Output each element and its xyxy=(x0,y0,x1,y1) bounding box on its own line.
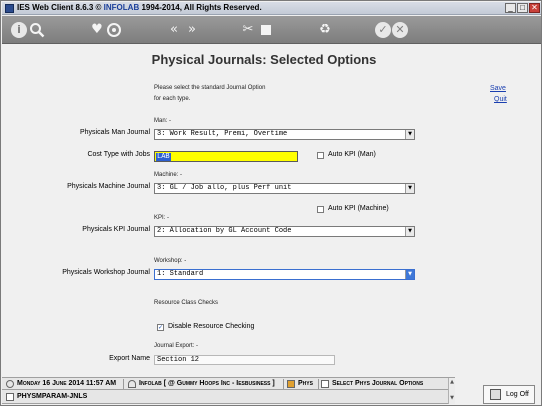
status-company: Infolab [ @ Gummy Hoops Inc - Iesbusines… xyxy=(139,380,275,387)
auto-kpi-man-label: Auto KPI (Man) xyxy=(328,151,376,158)
auto-kpi-machine-checkbox[interactable] xyxy=(317,206,324,213)
search-icon[interactable] xyxy=(29,22,45,38)
save-link[interactable]: Save xyxy=(490,85,506,92)
man-journal-select[interactable]: 3: Work Result, Premi, Overtime ▼ xyxy=(154,129,415,140)
status-screen: Select Phys Journal Options xyxy=(332,380,424,387)
disable-resource-label: Disable Resource Checking xyxy=(168,323,255,330)
content-panel: Physical Journals: Selected Options Plea… xyxy=(2,45,541,377)
workshop-section-label: Workshop: - xyxy=(154,258,187,264)
toolbar: i ♥ « » ✂ ♻ ✓ ✕ xyxy=(2,16,541,44)
restore-button[interactable]: □ xyxy=(517,3,528,13)
resource-section-label: Resource Class Checks xyxy=(154,300,219,306)
recycle-icon[interactable]: ♻ xyxy=(317,22,333,38)
favorite-icon[interactable]: ♥ xyxy=(89,22,105,38)
workshop-journal-label: Physicals Workshop Journal xyxy=(62,269,150,276)
instruction-line-2: for each type. xyxy=(154,96,191,102)
chevron-down-icon[interactable]: ▼ xyxy=(405,227,414,236)
stop-icon[interactable] xyxy=(258,22,274,38)
kpi-section-label: KPI: - xyxy=(154,215,170,221)
status-date: Monday 16 June 2014 11:57 AM xyxy=(17,380,117,387)
status-bar: Monday 16 June 2014 11:57 AM Infolab [ @… xyxy=(2,377,455,390)
machine-section-label: Machine: - xyxy=(154,172,183,178)
auto-kpi-man-checkbox[interactable] xyxy=(317,152,324,159)
kpi-journal-label: Physicals KPI Journal xyxy=(82,226,150,233)
rewind-icon[interactable]: « xyxy=(166,22,182,38)
status-program: PHYSMPARAM-JNLS xyxy=(17,393,88,400)
status-separator xyxy=(283,379,284,389)
chevron-down-icon[interactable]: ▼ xyxy=(405,184,414,193)
document-icon xyxy=(321,380,329,388)
window-title: IES Web Client 8.6.3 © INFOLAB 1994-2014… xyxy=(17,3,262,12)
log-off-label: Log Off xyxy=(506,391,529,398)
page-title: Physical Journals: Selected Options xyxy=(151,52,377,67)
export-name-input[interactable]: Section 12 xyxy=(154,355,335,365)
app-icon xyxy=(5,4,14,13)
export-section-label: Journal Export: - xyxy=(154,343,199,349)
export-name-label: Export Name xyxy=(109,355,150,362)
ok-icon[interactable]: ✓ xyxy=(375,22,391,38)
quit-link[interactable]: Quit xyxy=(494,96,507,103)
workshop-journal-select[interactable]: 1: Standard ▼ xyxy=(154,269,415,280)
close-button[interactable]: ✕ xyxy=(529,3,540,13)
clock-icon xyxy=(6,380,14,388)
title-bar: IES Web Client 8.6.3 © INFOLAB 1994-2014… xyxy=(2,2,541,15)
auto-kpi-machine-label: Auto KPI (Machine) xyxy=(328,205,389,212)
module-icon xyxy=(287,380,295,388)
status-scrollbar[interactable]: ▲ ▼ xyxy=(448,378,455,404)
man-journal-label: Physicals Man Journal xyxy=(79,129,150,136)
log-off-icon xyxy=(490,389,501,400)
info-icon[interactable]: i xyxy=(11,22,27,38)
machine-journal-label: Physicals Machine Journal xyxy=(67,183,150,190)
cost-type-label: Cost Type with Jobs xyxy=(87,151,150,158)
program-icon xyxy=(6,393,14,401)
cancel-icon[interactable]: ✕ xyxy=(392,22,408,38)
disable-resource-checkbox[interactable]: ✓ xyxy=(157,324,164,331)
cost-type-input[interactable]: LAB xyxy=(154,151,298,162)
status-module: Phys xyxy=(298,380,313,387)
app-window: IES Web Client 8.6.3 © INFOLAB 1994-2014… xyxy=(0,0,542,406)
status-separator xyxy=(318,379,319,389)
refresh-icon[interactable] xyxy=(106,22,122,38)
man-section-label: Man: - xyxy=(154,118,172,124)
status-separator xyxy=(123,379,124,389)
forward-icon[interactable]: » xyxy=(184,22,200,38)
tools-icon[interactable]: ✂ xyxy=(240,22,256,38)
chevron-down-icon[interactable]: ▼ xyxy=(405,270,414,279)
status-bar-program: PHYSMPARAM-JNLS xyxy=(2,390,455,404)
chevron-down-icon[interactable]: ▼ xyxy=(405,130,414,139)
minimize-button[interactable]: _ xyxy=(505,3,516,13)
machine-journal-select[interactable]: 3: GL / Job allo, plus Perf unit ▼ xyxy=(154,183,415,194)
instruction-line-1: Please select the standard Journal Optio… xyxy=(154,85,266,91)
user-icon xyxy=(128,380,136,388)
scroll-down-icon[interactable]: ▼ xyxy=(449,394,455,402)
scroll-up-icon[interactable]: ▲ xyxy=(449,378,455,386)
log-off-button[interactable]: Log Off xyxy=(483,385,535,404)
kpi-journal-select[interactable]: 2: Allocation by GL Account Code ▼ xyxy=(154,226,415,237)
